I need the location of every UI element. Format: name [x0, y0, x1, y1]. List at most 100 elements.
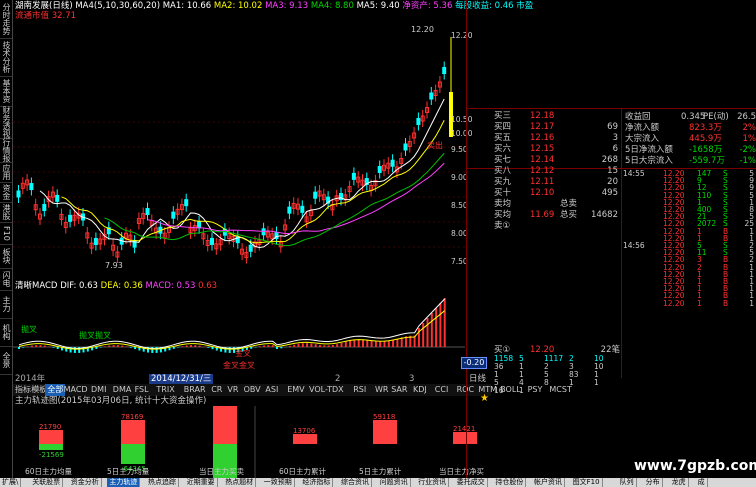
bottom-tab[interactable]: 热点追踪	[146, 478, 179, 487]
bottom-tab[interactable]: 热点题材	[223, 478, 257, 487]
fund-bar-pos	[213, 406, 237, 444]
left-tab-2[interactable]: 基本资料	[0, 76, 12, 107]
macd-bar	[267, 345, 270, 347]
indicator-tab[interactable]: DMA	[111, 384, 134, 396]
macd-bar	[366, 340, 369, 347]
ma1-value: MA1: 10.66	[162, 1, 212, 11]
bottom-tab[interactable]: 资金分析	[69, 478, 102, 487]
macd-bar	[370, 340, 373, 347]
macd-bar	[172, 347, 175, 349]
order-row: 买八 12.12 15	[494, 166, 620, 177]
bottom-tab[interactable]: 主力轨迹	[107, 478, 141, 487]
indicator-tab[interactable]: BRAR	[182, 384, 208, 396]
order-vol: 6	[612, 144, 618, 154]
order-row: 买七 12.14 268	[494, 155, 620, 166]
left-tab-6[interactable]: 资金	[0, 182, 12, 203]
macd-bar	[108, 345, 111, 347]
indicator-tab[interactable]: ASI	[263, 384, 280, 396]
order-name: 买八	[494, 166, 512, 176]
macd-bar	[435, 308, 438, 347]
bottom-tab[interactable]: 扩展\	[0, 478, 22, 487]
left-tab-3[interactable]: 财务透视	[0, 106, 12, 139]
order-row: 买六 12.15 6	[494, 144, 620, 155]
left-tab-1[interactable]: 技术分析	[0, 38, 12, 77]
bottom-tab[interactable]: 成	[696, 478, 708, 487]
indicator-tab[interactable]: WR	[373, 384, 390, 396]
bottom-tab[interactable]: 近期重要	[185, 478, 218, 487]
macd-bar	[396, 338, 399, 347]
indicator-tab[interactable]: OBV	[242, 384, 263, 396]
bottom-tab[interactable]: 经济指标	[300, 478, 334, 487]
chart-area: 湖南发展(日线) MA4(5,10,30,60,20) MA1: 10.66 M…	[13, 0, 572, 480]
indicator-tab[interactable]: SAR	[389, 384, 409, 396]
fund-bar-neg-value: -21569	[39, 451, 64, 459]
ma-header: 湖南发展(日线) MA4(5,10,30,60,20) MA1: 10.66 M…	[15, 1, 533, 12]
bottom-tab[interactable]: 分布	[644, 478, 663, 487]
bottom-tab[interactable]: 行业资讯	[416, 478, 450, 487]
indicator-tab[interactable]: EMV	[285, 384, 306, 396]
order-price: 12.14	[530, 155, 555, 165]
macd-bar	[258, 346, 261, 347]
ma-params: MA4(5,10,30,60,20)	[75, 1, 161, 11]
left-tab-4[interactable]: 行情报价	[0, 138, 12, 163]
macd-bar	[344, 341, 347, 347]
left-tab-11[interactable]: 主力	[0, 290, 12, 319]
order-name: 买四	[494, 122, 512, 132]
kline-grid	[13, 121, 465, 248]
macd-dea: DEA: 0.36	[100, 281, 143, 291]
indicator-tab[interactable]: RSI	[351, 384, 368, 396]
bottom-tab[interactable]: 委托成交	[455, 478, 488, 487]
left-tab-5[interactable]: 应用	[0, 162, 12, 183]
macd-bar	[112, 345, 115, 347]
macd-label-d: 金叉	[235, 348, 251, 358]
macd-name: 清晰MACD	[15, 281, 58, 291]
watermark: www.7gpzb.com	[634, 458, 756, 474]
order-name: 买七	[494, 155, 512, 165]
indicator-tab[interactable]: DMI	[89, 384, 108, 396]
fund-bar-pos	[373, 420, 397, 444]
macd-bar	[362, 339, 364, 347]
macd-bar	[121, 345, 124, 347]
order-row: 买三 12.18	[494, 111, 620, 122]
left-tab-10[interactable]: 闪电	[0, 268, 12, 291]
indicator-tab[interactable]: CCI	[433, 384, 451, 396]
fund-bar-neg	[39, 444, 63, 450]
fund-bar-label: 5日主力均量	[107, 466, 150, 476]
left-tab-8[interactable]: F10	[0, 222, 12, 245]
candle	[403, 143, 408, 151]
left-tab-0[interactable]: 分时走势	[0, 0, 12, 39]
indicator-tab[interactable]: KDJ	[411, 384, 429, 396]
bottom-tab[interactable]: 综合资讯	[339, 478, 372, 487]
bottom-tab[interactable]: 图文F10	[571, 478, 603, 487]
bottom-tab[interactable]: 一致预期	[262, 478, 295, 487]
left-tab-7[interactable]: 港股	[0, 202, 12, 223]
indicator-tab[interactable]: VR	[225, 384, 240, 396]
indicator-tab[interactable]: MACD	[62, 384, 90, 396]
bottom-tab[interactable]: 持仓股份	[493, 478, 527, 487]
bottom-tab[interactable]: 问题资讯	[378, 478, 411, 487]
macd-bar	[207, 347, 210, 348]
left-tab-12[interactable]: 机构	[0, 318, 12, 347]
indicator-tab[interactable]: CR	[209, 384, 224, 396]
order-price: 12.18	[530, 111, 555, 121]
indicator-tab[interactable]: FSL	[133, 384, 151, 396]
macd-bar	[349, 340, 352, 347]
right-panel: 买三 12.18 买四 12.17 69 买五 12.16 3 买六 12.15 6…	[461, 0, 756, 480]
macd-bar	[387, 340, 390, 347]
star-icon[interactable]: ★	[480, 393, 489, 404]
bottom-tab[interactable]: 帐户资讯	[532, 478, 565, 487]
bottom-tab[interactable]: 队列	[618, 478, 637, 487]
bottom-tab[interactable]: 关联股票	[30, 478, 64, 487]
indicator-tab[interactable]: VOL-TDX	[307, 384, 346, 396]
left-tab-9[interactable]: 板块	[0, 244, 12, 269]
macd-bar	[319, 344, 321, 347]
macd-bar	[426, 318, 429, 347]
left-tab-13[interactable]: 全景	[0, 346, 12, 375]
candle	[390, 159, 395, 167]
indicator-tab[interactable]: TRIX	[154, 384, 176, 396]
candle	[416, 118, 421, 125]
macd-bar	[301, 343, 304, 347]
macd-chart: 抛叉 抛叉 抛叉 金叉 金叉金叉	[13, 298, 465, 370]
macd-bar	[99, 347, 102, 348]
bottom-tab[interactable]: 龙虎	[670, 478, 689, 487]
